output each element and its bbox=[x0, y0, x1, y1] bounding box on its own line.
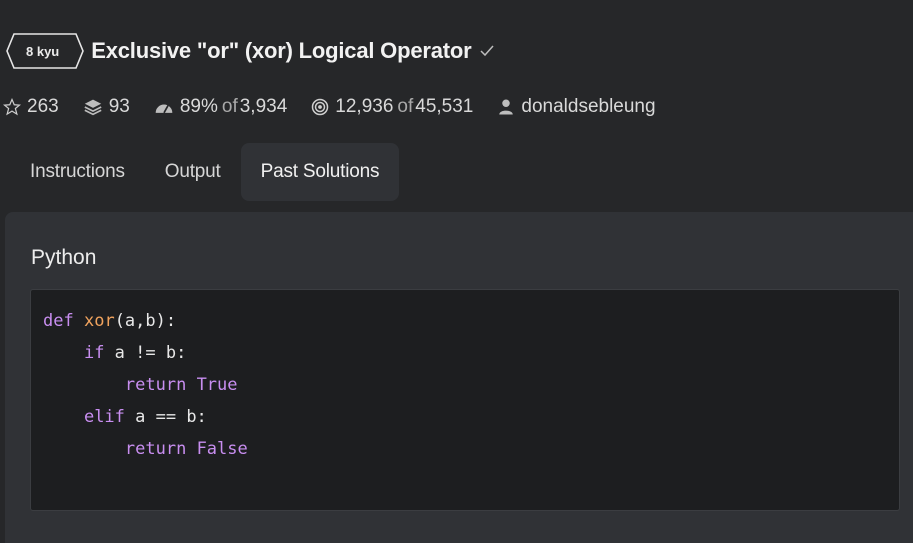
tab-output[interactable]: Output bbox=[145, 143, 241, 201]
author-name[interactable]: donaldsebleung bbox=[521, 96, 655, 118]
tab-past-solutions[interactable]: Past Solutions bbox=[240, 143, 400, 201]
kata-tabs: Instructions Output Past Solutions bbox=[10, 143, 400, 201]
rank-label: 8 kyu bbox=[26, 43, 60, 59]
code-token: a != b: bbox=[104, 343, 187, 363]
code-line: if a != b: bbox=[43, 337, 248, 369]
code-token: a == b: bbox=[124, 407, 207, 427]
code-token: return bbox=[124, 439, 187, 459]
votes-count: 3,934 bbox=[239, 96, 288, 117]
collections-stat[interactable]: 93 bbox=[83, 96, 130, 118]
stack-icon bbox=[83, 98, 103, 116]
code-token: xor bbox=[83, 311, 115, 331]
code-block[interactable]: def xor(a,b): if a != b: return True eli… bbox=[30, 289, 900, 511]
attempts-of-label: of bbox=[397, 96, 414, 117]
stars-stat[interactable]: 263 bbox=[3, 96, 59, 118]
user-icon bbox=[497, 98, 515, 116]
code-token: (a,b): bbox=[114, 311, 177, 331]
code-token: def bbox=[43, 311, 74, 331]
code-line: return True bbox=[43, 369, 248, 401]
check-icon bbox=[479, 43, 495, 59]
code-line: elif a == b: bbox=[43, 401, 248, 433]
satisfaction-percent: 89% bbox=[179, 96, 218, 117]
star-icon bbox=[3, 98, 21, 116]
kata-title[interactable]: Exclusive "or" (xor) Logical Operator bbox=[91, 38, 471, 64]
rank-badge: 8 kyu bbox=[6, 33, 84, 69]
code-line: def xor(a,b): bbox=[43, 305, 248, 337]
attempts-count: 45,531 bbox=[415, 96, 474, 117]
satisfaction-stat[interactable]: 89% of 3,934 bbox=[154, 96, 287, 118]
votes-of-label: of bbox=[221, 96, 238, 117]
code-token: True bbox=[196, 375, 238, 395]
tab-instructions[interactable]: Instructions bbox=[10, 143, 145, 201]
code-token: False bbox=[196, 439, 248, 459]
past-solutions-panel: Python def xor(a,b): if a != b: return T… bbox=[5, 212, 913, 543]
code-token: if bbox=[83, 343, 105, 363]
code-lines: def xor(a,b): if a != b: return True eli… bbox=[43, 305, 248, 465]
completed-stat[interactable]: 12,936 of 45,531 bbox=[311, 96, 473, 118]
author-stat[interactable]: donaldsebleung bbox=[497, 96, 656, 118]
collections-count: 93 bbox=[108, 96, 130, 117]
solution-language: Python bbox=[31, 246, 97, 269]
gauge-icon bbox=[154, 99, 174, 115]
kata-page: 8 kyu Exclusive "or" (xor) Logical Opera… bbox=[0, 0, 913, 543]
completed-count: 12,936 bbox=[335, 96, 394, 117]
kata-stats: 263 93 89% of 3,934 12,936 of 45,531 don… bbox=[3, 92, 680, 122]
stars-count: 263 bbox=[27, 96, 59, 117]
kata-header: 8 kyu Exclusive "or" (xor) Logical Opera… bbox=[6, 27, 495, 75]
code-token: return bbox=[124, 375, 187, 395]
code-token: elif bbox=[83, 407, 125, 427]
code-line: return False bbox=[43, 433, 248, 465]
target-icon bbox=[311, 98, 329, 116]
